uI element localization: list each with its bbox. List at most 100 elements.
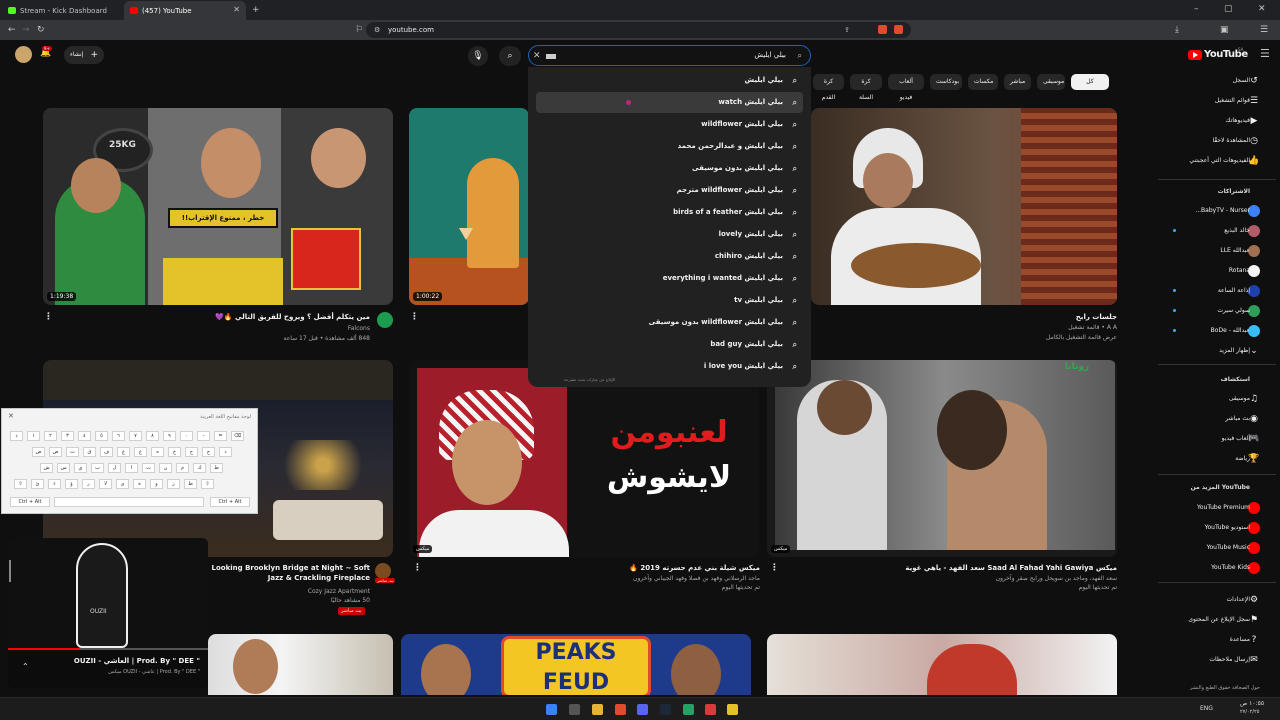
brave-icon[interactable] xyxy=(615,704,626,715)
channel-name[interactable]: Falcons xyxy=(200,324,370,333)
sidebar-item-report-history[interactable]: سجل الإبلاغ عن المحتوى xyxy=(1150,611,1250,629)
keyboard-key[interactable]: ف xyxy=(100,447,113,457)
keyboard-key[interactable]: ئ xyxy=(31,479,44,489)
sidebar-item-studio[interactable]: استوديو YouTube xyxy=(1150,519,1250,537)
tab-youtube[interactable]: (457) YouTube ✕ xyxy=(124,1,246,20)
bookmark-icon[interactable]: ⚐ xyxy=(355,25,363,35)
url-field[interactable]: ⚙ youtube.com ⇪ xyxy=(366,22,911,38)
sidebar-item-liked[interactable]: الفيديوهات التي أعجبتني xyxy=(1150,152,1250,170)
chip-football[interactable]: كرة القدم xyxy=(813,74,844,101)
sidebar-sub-item[interactable]: Rotana xyxy=(1150,262,1250,280)
keyboard-key[interactable]: ق xyxy=(83,447,96,457)
tab-kick-dashboard[interactable]: Stream - Kick Dashboard xyxy=(2,1,122,20)
chip-music[interactable]: موسيقى xyxy=(1037,74,1065,90)
suggestion-item[interactable]: بيلي ايليش chihiro ⌕ xyxy=(536,246,803,267)
keyboard-key[interactable]: ر xyxy=(82,479,95,489)
minimize-icon[interactable]: – xyxy=(1194,4,1199,14)
video-thumbnail-falcons[interactable]: 25KG خطر ، ممنوع الإقتراب!! 1:19:38 xyxy=(43,108,393,305)
video-title[interactable]: ميكس Saad Al Fahad Yahi Gawiya سعد الفهد… xyxy=(790,563,1117,573)
avatar[interactable] xyxy=(15,46,32,63)
keyboard-key[interactable]: ا xyxy=(125,463,138,473)
video-title[interactable]: ميكس شيلة بني عدم حسرته 2019 🔥 xyxy=(430,563,760,573)
forward-icon[interactable]: → xyxy=(22,25,30,35)
sidebar-item-kids[interactable]: YouTube Kids xyxy=(1150,559,1250,577)
keyboard-key[interactable]: ⌫ xyxy=(231,431,244,441)
keyboard-key[interactable]: ز xyxy=(167,479,180,489)
suggestion-item[interactable]: بيلي ايليش بدون موسيقى ⌕ xyxy=(536,158,803,179)
video-thumbnail-oud[interactable] xyxy=(811,108,1117,305)
keyboard-key[interactable]: ذ xyxy=(10,431,23,441)
keyboard-key[interactable]: ه xyxy=(151,447,164,457)
keyboard-key[interactable]: ٠ xyxy=(180,431,193,441)
keyboard-key[interactable]: ث xyxy=(66,447,79,457)
more-options-icon[interactable]: ⋮ xyxy=(770,563,779,573)
video-thumbnail-row3-c[interactable] xyxy=(767,634,1117,695)
chip-gaming[interactable]: ألعاب فيديو xyxy=(888,74,924,101)
sidebar-item-sports[interactable]: رياضة xyxy=(1150,450,1250,468)
share-icon[interactable]: ⇪ xyxy=(844,25,850,35)
site-info-icon[interactable]: ⚙ xyxy=(374,25,380,35)
keyboard-key[interactable]: ٢ xyxy=(44,431,57,441)
sidebar-footer[interactable]: حول الصحافة حقوق الطبع والنشر xyxy=(1160,684,1260,693)
guide-menu-icon[interactable]: ☰ xyxy=(1260,48,1270,59)
keyboard-key[interactable]: س xyxy=(57,463,70,473)
keyboard-key[interactable]: ٦ xyxy=(112,431,125,441)
ctrl-alt-key[interactable]: Ctrl + Alt xyxy=(10,497,50,507)
falcons-avatar[interactable] xyxy=(377,312,393,328)
suggestion-item[interactable]: بيلي ايليش bad guy ⌕ xyxy=(536,334,803,355)
start-icon[interactable] xyxy=(546,704,557,715)
clock-time[interactable]: ١٠:٥٥ ص xyxy=(1240,700,1264,707)
sidebar-sub-item[interactable]: سولي سيرت xyxy=(1150,302,1250,320)
chip-live[interactable]: مباشر xyxy=(1004,74,1031,90)
keyboard-key[interactable]: ب xyxy=(91,463,104,473)
sidebar-item-gaming[interactable]: ألعاب فيديو xyxy=(1150,430,1250,448)
keyboard-key[interactable]: ٤ xyxy=(78,431,91,441)
suggestion-item[interactable]: بيلي ايليش wildflower بدون موسيقى ⌕ xyxy=(536,312,803,333)
keyboard-key[interactable]: لا xyxy=(99,479,112,489)
back-icon[interactable]: ← xyxy=(8,25,16,35)
discord-icon[interactable] xyxy=(637,704,648,715)
ctrl-alt-key-right[interactable]: Ctrl + Alt xyxy=(210,497,250,507)
keyboard-close-icon[interactable]: ✕ xyxy=(8,412,14,420)
keyboard-key[interactable]: ض xyxy=(32,447,45,457)
chip-mixes[interactable]: مكسات xyxy=(968,74,998,90)
new-tab-icon[interactable]: + xyxy=(252,5,260,15)
sidebar-item-watch-later[interactable]: المشاهدة لاحقًا xyxy=(1150,132,1250,150)
terminal-icon[interactable] xyxy=(683,704,694,715)
sidebar-item-history[interactable]: السجل xyxy=(1150,72,1250,90)
language-indicator[interactable]: ENG xyxy=(1200,705,1213,712)
extension-icon[interactable]: ▣ xyxy=(1220,25,1229,35)
keyboard-key[interactable]: ص xyxy=(49,447,62,457)
keyboard-key[interactable]: غ xyxy=(117,447,130,457)
channel-name[interactable]: Cozy Jazz Apartment xyxy=(208,587,370,596)
suggestion-item[interactable]: بيلي ايليش wildflower ⌕ xyxy=(536,114,803,135)
keyboard-icon[interactable] xyxy=(546,54,556,59)
video-thumbnail-jazz-lady[interactable]: 1:00:22 xyxy=(409,108,529,305)
video-title[interactable]: Looking Brooklyn Bridge at Night ~ Soft … xyxy=(208,563,371,583)
search-button[interactable]: ⌕ xyxy=(499,46,521,66)
more-options-icon[interactable]: ⋮ xyxy=(44,312,53,322)
create-button[interactable]: إنشاء + xyxy=(64,46,104,64)
suggestion-item[interactable]: بيلي ايليش و عبدالرحمن محمد ⌕ xyxy=(536,136,803,157)
suggestion-item[interactable]: بيلي ايليش wildflower مترجم ⌕ xyxy=(536,180,803,201)
clock-date[interactable]: ٢٧/٠٢/٢٥ xyxy=(1240,709,1259,715)
suggestion-item[interactable]: بيلي ايليش i love you ⌕ xyxy=(536,356,803,377)
keyboard-key[interactable]: ع xyxy=(134,447,147,457)
sidebar-sub-item[interactable]: إذاعة الساعة xyxy=(1150,282,1250,300)
keyboard-key[interactable]: ١ xyxy=(27,431,40,441)
keyboard-key[interactable]: ٨ xyxy=(146,431,159,441)
download-icon[interactable]: ⤓ xyxy=(1175,25,1179,35)
keyboard-key[interactable]: م xyxy=(176,463,189,473)
video-title[interactable]: مين يتكلم أفضل ؟ ويروح للفريق التالي 🔥💜 xyxy=(150,312,370,322)
video-thumbnail-row3-a[interactable] xyxy=(208,634,393,695)
sidebar-item-music[interactable]: موسيقى xyxy=(1150,390,1250,408)
keyboard-key[interactable]: د xyxy=(219,447,232,457)
file-explorer-icon[interactable] xyxy=(592,704,603,715)
video-thumbnail-peaks-feud[interactable]: PEAKS FEUD xyxy=(401,634,751,695)
view-playlist-link[interactable]: عرض قائمة التشغيل بالكامل xyxy=(930,333,1117,342)
sidebar-sub-item[interactable]: BabyTV - Nurser... xyxy=(1150,202,1250,220)
video-title[interactable]: جلسات رابح xyxy=(930,312,1117,322)
suggestion-item[interactable]: بيلي ايليش everything i wanted ⌕ xyxy=(536,268,803,289)
show-more-button[interactable]: إظهار المزيد xyxy=(1150,342,1250,360)
search-input[interactable]: بيلي ايليش ⌕ ✕ xyxy=(528,45,811,66)
